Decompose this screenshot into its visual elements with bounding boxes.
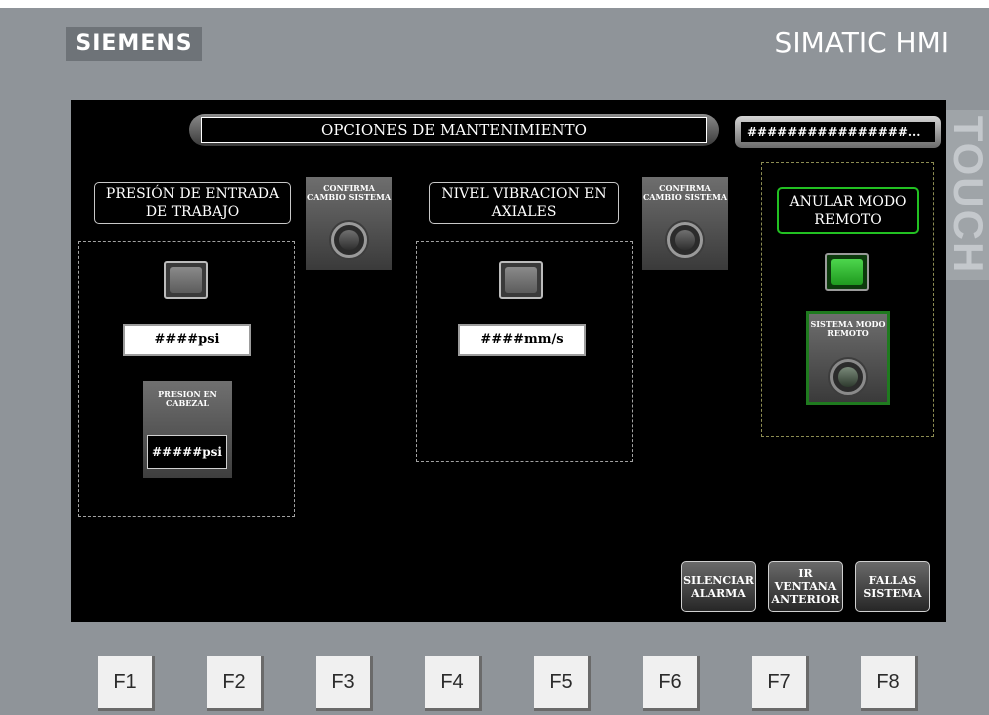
f8-key[interactable]: F8: [861, 656, 918, 711]
vibration-indicator: [499, 261, 543, 299]
screen-title: OPCIONES DE MANTENIMIENTO: [201, 117, 707, 143]
f2-key[interactable]: F2: [207, 656, 264, 711]
remote-mode-knob[interactable]: [830, 359, 866, 395]
remote-mode-label: SISTEMA MODO REMOTO: [810, 319, 886, 338]
siemens-logo: SIEMENS: [66, 27, 202, 61]
f1-key[interactable]: F1: [98, 656, 155, 711]
silence-alarm-button[interactable]: SILENCIAR ALARMA: [681, 561, 756, 612]
simatic-hmi-label: SIMATIC HMI: [774, 26, 949, 59]
pressure-confirm-knob[interactable]: [331, 222, 367, 258]
head-pressure-tile: PRESION EN CABEZAL #####psi: [143, 381, 232, 478]
touch-label: TOUCH: [946, 110, 989, 280]
remote-mode-button[interactable]: SISTEMA MODO REMOTO: [806, 311, 890, 405]
vibration-confirm-button[interactable]: CONFIRMA CAMBIO SISTEMA: [642, 177, 728, 270]
status-field: ################...: [735, 116, 941, 148]
f4-key[interactable]: F4: [425, 656, 482, 711]
hmi-screen: OPCIONES DE MANTENIMIENTO ##############…: [71, 100, 946, 622]
pressure-confirm-label: CONFIRMA CAMBIO SISTEMA: [306, 183, 392, 202]
pressure-label: PRESIÓN DE ENTRADA DE TRABAJO: [94, 182, 291, 224]
vibration-confirm-label: CONFIRMA CAMBIO SISTEMA: [642, 183, 728, 202]
head-pressure-label: PRESION EN CABEZAL: [158, 389, 217, 408]
touch-text: TOUCH: [946, 115, 989, 275]
f7-key[interactable]: F7: [752, 656, 809, 711]
remote-indicator: [825, 253, 869, 291]
system-faults-button[interactable]: FALLAS SISTEMA: [855, 561, 930, 612]
pressure-confirm-button[interactable]: CONFIRMA CAMBIO SISTEMA: [306, 177, 392, 270]
title-bar: OPCIONES DE MANTENIMIENTO: [189, 114, 719, 146]
pressure-indicator: [164, 261, 208, 299]
previous-window-button[interactable]: IR VENTANA ANTERIOR: [768, 561, 843, 612]
override-remote-label: ANULAR MODO REMOTO: [777, 187, 919, 234]
f6-key[interactable]: F6: [643, 656, 700, 711]
status-field-value: ################...: [741, 122, 935, 142]
f3-key[interactable]: F3: [316, 656, 373, 711]
f5-key[interactable]: F5: [534, 656, 591, 711]
vibration-value-field[interactable]: ####mm/s: [458, 324, 586, 356]
vibration-confirm-knob[interactable]: [667, 222, 703, 258]
vibration-label: NIVEL VIBRACION EN AXIALES: [429, 182, 619, 224]
head-pressure-value[interactable]: #####psi: [147, 435, 227, 469]
pressure-value-field[interactable]: ####psi: [123, 324, 251, 356]
